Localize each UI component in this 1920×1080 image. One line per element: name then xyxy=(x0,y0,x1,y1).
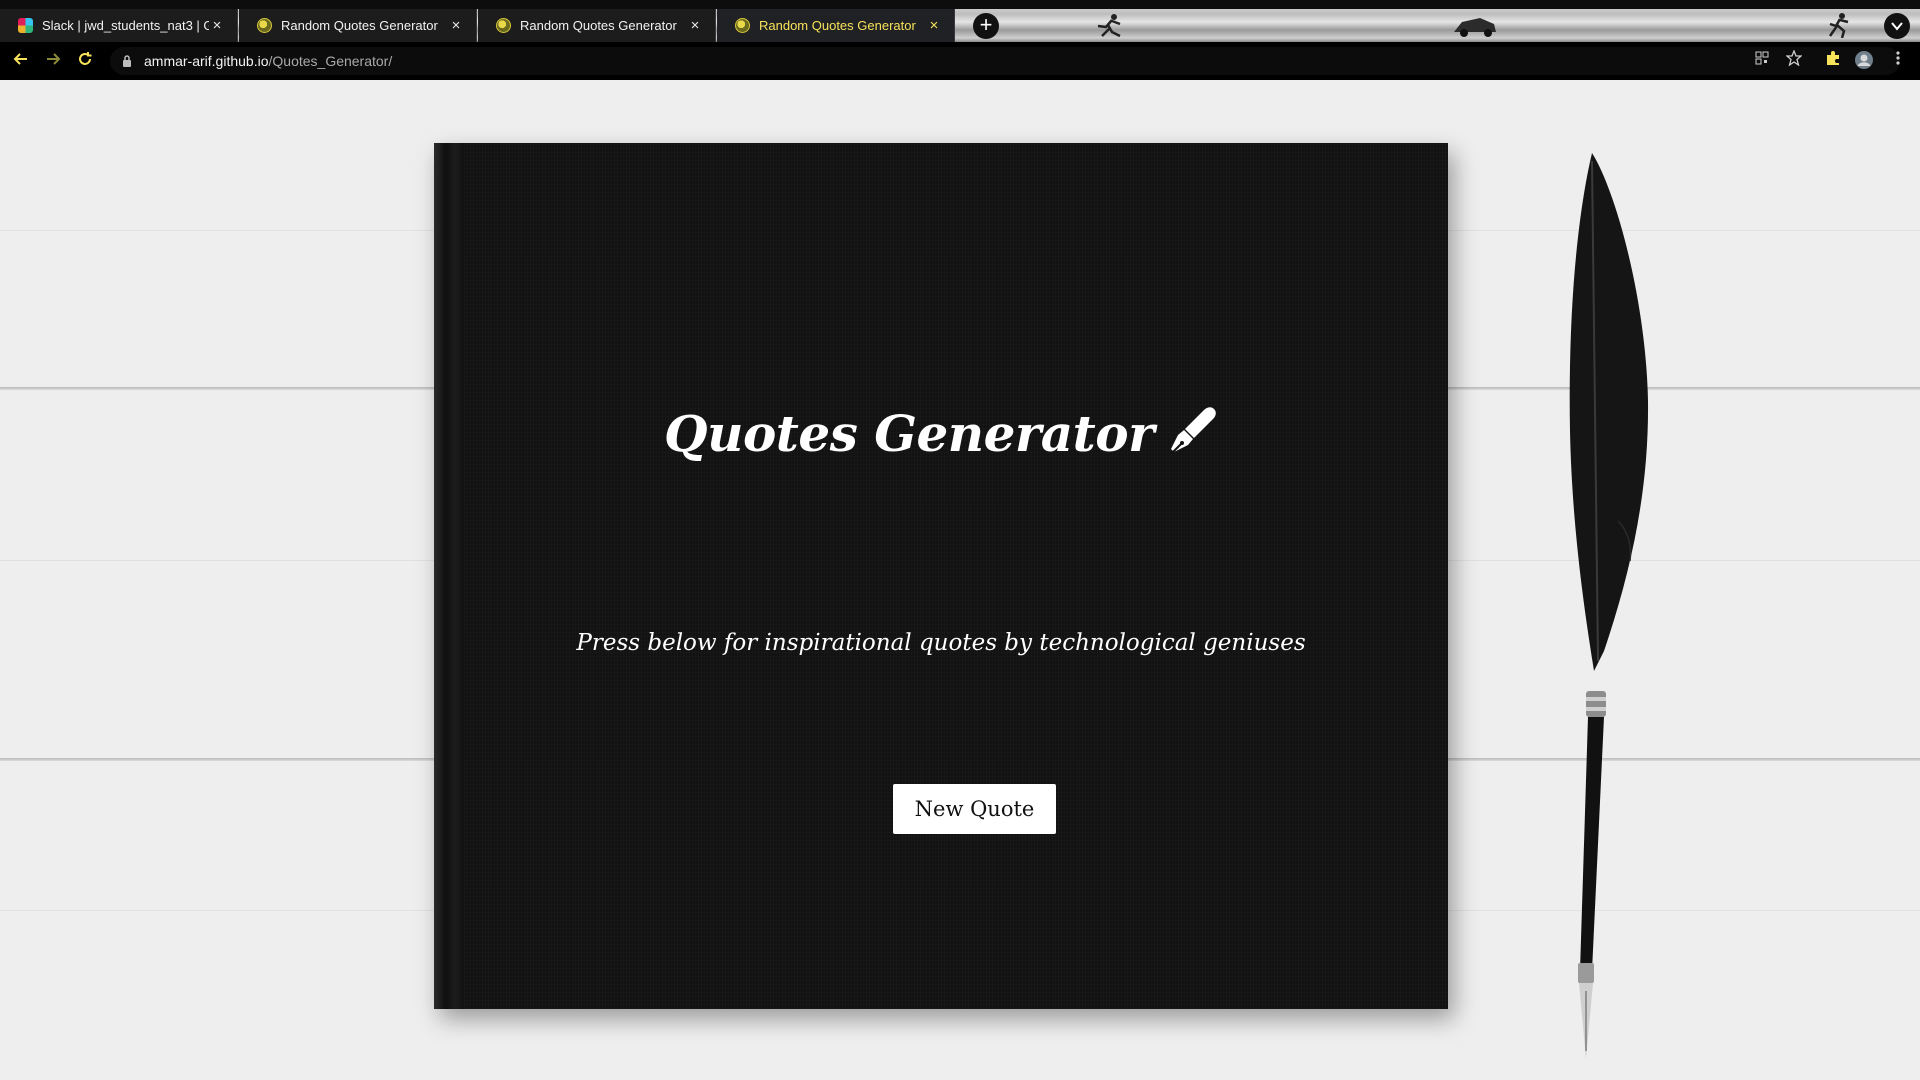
tab-search-button[interactable] xyxy=(1884,13,1910,39)
avatar xyxy=(1855,51,1873,69)
tab-label: Slack | jwd_students_nat3 | Ge xyxy=(42,18,209,33)
notebook-cover: Quotes Generator Press below for inspira… xyxy=(434,143,1448,1009)
globe-icon xyxy=(496,18,511,33)
tab-random-quotes-2[interactable]: Random Quotes Generator × xyxy=(478,9,716,42)
page-background: Quotes Generator Press below for inspira… xyxy=(0,80,1920,1080)
close-icon[interactable]: × xyxy=(687,17,703,34)
theme-runner-icon xyxy=(1828,13,1849,38)
quill-pen-image xyxy=(1569,153,1649,1059)
tab-random-quotes-active[interactable]: Random Quotes Generator × xyxy=(717,9,955,42)
page-title: Quotes Generator xyxy=(664,404,1154,463)
lock-icon xyxy=(123,55,131,67)
tab-strip: Slack | jwd_students_nat3 | Ge × Random … xyxy=(0,0,1920,42)
reload-icon xyxy=(79,52,92,65)
notebook-spine xyxy=(434,143,464,1009)
arrow-right-icon xyxy=(47,53,61,65)
tab-slack[interactable]: Slack | jwd_students_nat3 | Ge × xyxy=(0,9,238,42)
tab-label: Random Quotes Generator xyxy=(520,18,677,33)
tab-label: Random Quotes Generator xyxy=(281,18,438,33)
globe-icon xyxy=(735,18,750,33)
close-icon[interactable]: × xyxy=(209,17,225,34)
pen-nib-icon xyxy=(1170,406,1216,454)
qr-code-button[interactable] xyxy=(1751,50,1773,72)
profile-avatar-button[interactable] xyxy=(1853,50,1875,72)
arrow-left-icon xyxy=(13,53,27,65)
forward-button[interactable] xyxy=(40,48,66,74)
close-icon[interactable]: × xyxy=(926,17,942,34)
qr-code-icon xyxy=(1755,51,1769,65)
url-host: ammar-arif.github.io xyxy=(144,53,269,69)
bookmark-star-button[interactable] xyxy=(1783,49,1805,72)
menu-button[interactable] xyxy=(1887,50,1909,72)
reload-button[interactable] xyxy=(72,48,98,74)
puzzle-icon xyxy=(1827,51,1839,65)
new-tab-button[interactable]: + xyxy=(973,13,999,39)
tab-random-quotes-1[interactable]: Random Quotes Generator × xyxy=(239,9,477,42)
close-icon[interactable]: × xyxy=(448,17,464,34)
kebab-menu-icon xyxy=(1896,51,1900,65)
tab-strip-edge xyxy=(0,0,1920,9)
chevron-down-icon xyxy=(1891,22,1903,31)
title-row: Quotes Generator xyxy=(434,404,1448,463)
globe-icon xyxy=(257,18,272,33)
extensions-button[interactable] xyxy=(1822,50,1844,72)
url-path: /Quotes_Generator/ xyxy=(268,53,393,69)
theme-car-icon xyxy=(1454,18,1496,37)
new-quote-button[interactable]: New Quote xyxy=(893,784,1056,834)
back-button[interactable] xyxy=(8,48,34,74)
page-subtitle: Press below for inspirational quotes by … xyxy=(576,630,1306,656)
theme-runner-icon xyxy=(1097,14,1121,38)
tab-label: Random Quotes Generator xyxy=(759,18,916,33)
address-bar[interactable]: ammar-arif.github.io/Quotes_Generator/ xyxy=(110,47,1900,75)
slack-icon xyxy=(18,18,33,33)
browser-toolbar: ammar-arif.github.io/Quotes_Generator/ xyxy=(0,42,1920,80)
star-icon xyxy=(1785,49,1803,67)
